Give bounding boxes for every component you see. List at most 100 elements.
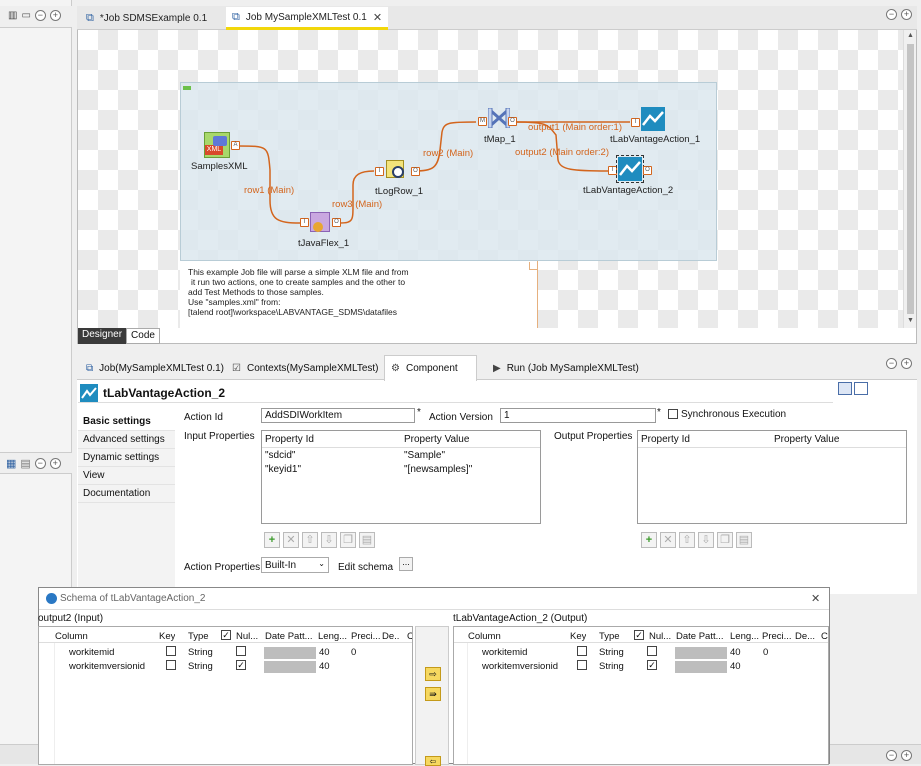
job-note[interactable]: This example Job file will parse a simpl…: [180, 261, 538, 328]
move-down-icon[interactable]: ⇩: [698, 532, 714, 548]
output-port[interactable]: A: [231, 141, 240, 150]
action-id-field[interactable]: AddSDIWorkItem: [261, 408, 415, 423]
move-up-icon[interactable]: ⇧: [302, 532, 318, 548]
view-icon[interactable]: ▦: [6, 457, 16, 470]
input-properties-table[interactable]: Property Id Property Value "sdcid" "Samp…: [261, 430, 541, 524]
move-up-icon[interactable]: ⇧: [679, 532, 695, 548]
nullable-header-checkbox[interactable]: ✓: [221, 630, 231, 641]
row-column-name[interactable]: workitemversionid: [482, 661, 558, 672]
row-type[interactable]: String: [188, 661, 213, 672]
menu-documentation[interactable]: Documentation: [78, 485, 175, 503]
minimize-circle-icon[interactable]: −: [886, 358, 897, 369]
flow-row3-label[interactable]: row3 (Main): [332, 199, 382, 210]
move-down-icon[interactable]: ⇩: [321, 532, 337, 548]
input-schema-grid[interactable]: Column Key Type ✓ Nul... Date Patt... Le…: [38, 626, 413, 765]
maximize-circle-icon[interactable]: +: [901, 358, 912, 369]
row-length[interactable]: 40: [319, 661, 330, 672]
output-port[interactable]: O: [411, 167, 420, 176]
close-icon[interactable]: ✕: [373, 11, 382, 24]
input-port[interactable]: I: [375, 167, 384, 176]
output-properties-table[interactable]: Property Id Property Value: [637, 430, 907, 524]
row-precision[interactable]: 0: [351, 647, 356, 658]
row-type[interactable]: String: [599, 647, 624, 658]
row-key-checkbox[interactable]: [577, 660, 587, 671]
tab-job-sdmsexample[interactable]: ⧉ *Job SDMSExample 0.1: [80, 7, 213, 30]
grid-view-icon[interactable]: [838, 382, 852, 395]
input-row-value[interactable]: "Sample": [404, 450, 445, 461]
add-row-icon[interactable]: +: [264, 532, 280, 548]
flow-row2-label[interactable]: row2 (Main): [423, 148, 473, 159]
tab-designer[interactable]: Designer: [78, 328, 127, 344]
row-column-name[interactable]: workitemid: [482, 647, 527, 658]
scroll-down-icon[interactable]: ▼: [907, 317, 914, 324]
row-length[interactable]: 40: [730, 661, 741, 672]
close-icon[interactable]: ✕: [811, 592, 820, 605]
minimize-circle-icon[interactable]: −: [886, 9, 897, 20]
nullable-header-checkbox[interactable]: ✓: [634, 630, 644, 641]
labvantage-action2-icon[interactable]: [616, 155, 644, 183]
maximize-circle-icon[interactable]: +: [901, 750, 912, 761]
flow-output1-label[interactable]: output1 (Main order:1): [528, 122, 622, 133]
sync-checkbox[interactable]: [668, 409, 678, 420]
copy-selected-button[interactable]: ⇨: [425, 667, 441, 681]
tab-contexts[interactable]: ☑ Contexts(MySampleXMLTest): [226, 356, 385, 380]
maximize-circle-icon[interactable]: +: [49, 10, 61, 21]
input-port[interactable]: I: [631, 118, 640, 127]
design-canvas[interactable]: XML A SamplesXML I O tJavaFlex_1 I O tLo…: [78, 30, 903, 328]
add-row-icon[interactable]: +: [641, 532, 657, 548]
maximize-circle-icon[interactable]: +: [49, 458, 61, 469]
row-column-name[interactable]: workitemversionid: [69, 661, 145, 672]
flow-output2-label[interactable]: output2 (Main order:2): [515, 147, 609, 158]
canvas-vertical-scrollbar[interactable]: ▲ ▼: [903, 30, 916, 328]
menu-basic-settings[interactable]: Basic settings: [78, 413, 175, 431]
tab-run[interactable]: ▶ Run (Job MySampleXMLTest): [487, 356, 645, 380]
scroll-thumb[interactable]: [907, 44, 914, 314]
row-nullable-checkbox[interactable]: ✓: [236, 660, 246, 671]
action-version-field[interactable]: 1: [500, 408, 656, 423]
row-key-checkbox[interactable]: [577, 646, 587, 657]
output-port[interactable]: O: [508, 117, 517, 126]
tmap-component-icon[interactable]: [487, 107, 511, 129]
row-type[interactable]: String: [599, 661, 624, 672]
row-column-name[interactable]: workitemid: [69, 647, 114, 658]
edit-schema-button[interactable]: ...: [399, 557, 413, 571]
tab-code[interactable]: Code: [126, 328, 160, 344]
output-port[interactable]: O: [643, 166, 652, 175]
delete-row-icon[interactable]: ✕: [660, 532, 676, 548]
row-precision[interactable]: 0: [763, 647, 768, 658]
minimize-circle-icon[interactable]: −: [34, 458, 46, 469]
flow-row1-label[interactable]: row1 (Main): [244, 185, 294, 196]
copy-back-button[interactable]: ⇦: [425, 756, 441, 766]
tab-job-mysamplexmltest[interactable]: ⧉ Job MySampleXMLTest 0.1 ✕: [226, 7, 389, 30]
row-length[interactable]: 40: [319, 647, 330, 658]
layout-icon[interactable]: ▤: [20, 457, 30, 470]
output-port[interactable]: O: [332, 218, 341, 227]
output-schema-grid[interactable]: Column Key Type ✓ Nul... Date Patt... Le…: [453, 626, 829, 765]
tab-component[interactable]: ⚙ Component: [384, 355, 477, 381]
copy-icon[interactable]: ❐: [717, 532, 733, 548]
input-row-id[interactable]: "keyid1": [265, 464, 301, 475]
input-port[interactable]: I: [300, 218, 309, 227]
row-type[interactable]: String: [188, 647, 213, 658]
maximize-circle-icon[interactable]: +: [901, 9, 912, 20]
input-row-id[interactable]: "sdcid": [265, 450, 295, 461]
samplesxml-component-icon[interactable]: XML: [204, 132, 230, 158]
input-port[interactable]: I: [608, 166, 617, 175]
tab-job-properties[interactable]: ⧉ Job(MySampleXMLTest 0.1): [80, 356, 230, 380]
row-key-checkbox[interactable]: [166, 660, 176, 671]
menu-dynamic-settings[interactable]: Dynamic settings: [78, 449, 175, 467]
list-view-icon[interactable]: [854, 382, 868, 395]
minimize-circle-icon[interactable]: −: [34, 10, 46, 21]
labvantage-action1-icon[interactable]: [641, 107, 665, 131]
row-key-checkbox[interactable]: [166, 646, 176, 657]
input-port[interactable]: M: [478, 117, 487, 126]
row-length[interactable]: 40: [730, 647, 741, 658]
javaflex-component-icon[interactable]: [310, 212, 330, 232]
row-nullable-checkbox[interactable]: [236, 646, 246, 657]
row-nullable-checkbox[interactable]: ✓: [647, 660, 657, 671]
copy-icon[interactable]: ❐: [340, 532, 356, 548]
logrow-component-icon[interactable]: [386, 160, 408, 182]
row-nullable-checkbox[interactable]: [647, 646, 657, 657]
minimize-circle-icon[interactable]: −: [886, 750, 897, 761]
copy-all-button[interactable]: ⇛: [425, 687, 441, 701]
